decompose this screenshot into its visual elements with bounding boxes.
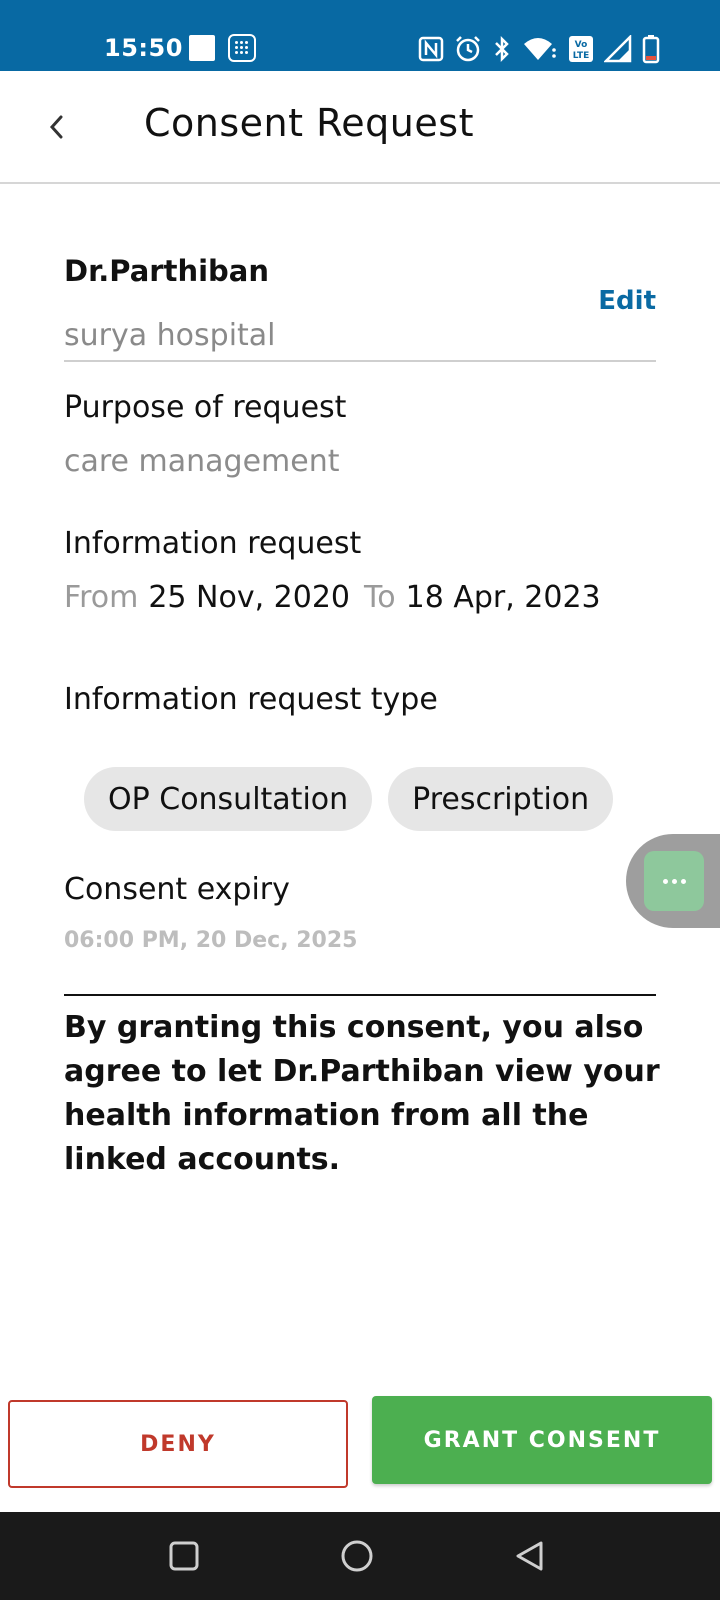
status-icons: Vo LTE [418, 34, 660, 64]
more-dots-icon[interactable] [644, 851, 704, 911]
alarm-icon [456, 36, 480, 62]
to-date: 18 Apr, 2023 [405, 580, 601, 615]
svg-text:LTE: LTE [573, 51, 590, 61]
requester-hospital: surya hospital [64, 318, 276, 353]
system-nav-bar [0, 1512, 720, 1600]
consent-expiry-label: Consent expiry [64, 872, 290, 907]
chip-op-consultation: OP Consultation [84, 767, 373, 831]
home-icon[interactable] [335, 1534, 379, 1578]
action-bar: DENY GRANT CONSENT [0, 1376, 720, 1512]
svg-text:Vo: Vo [575, 40, 588, 50]
request-type-label: Information request type [64, 682, 438, 717]
bluetooth-icon [495, 35, 509, 63]
consent-expiry-value: 06:00 PM, 20 Dec, 2025 [64, 928, 358, 953]
divider [64, 994, 656, 996]
request-type-chips: OP Consultation Prescription [84, 767, 614, 831]
nfc-icon [418, 36, 444, 62]
page-title: Consent Request [144, 101, 474, 145]
volte-icon: Vo LTE [569, 36, 593, 62]
recent-apps-icon[interactable] [162, 1534, 206, 1578]
status-time: 15:50 [104, 34, 183, 62]
date-range: From 25 Nov, 2020 To 18 Apr, 2023 [64, 580, 601, 615]
purpose-label: Purpose of request [64, 390, 347, 425]
requester-name: Dr.Parthiban [64, 254, 270, 288]
information-request-label: Information request [64, 526, 362, 561]
purpose-value: care management [64, 444, 340, 479]
app-bar: Consent Request [0, 71, 720, 184]
edit-link[interactable]: Edit [598, 286, 656, 316]
back-button[interactable] [36, 107, 76, 147]
chip-prescription: Prescription [388, 767, 614, 831]
grant-consent-button[interactable]: GRANT CONSENT [372, 1396, 712, 1484]
wifi-icon [524, 38, 556, 60]
square-icon [189, 35, 215, 61]
battery-icon [642, 35, 660, 64]
divider [64, 360, 656, 362]
status-bar: 15:50 Vo LTE [0, 0, 720, 71]
signal-icon [604, 35, 632, 63]
floating-assistant[interactable] [626, 834, 720, 928]
from-label: From [64, 580, 139, 615]
chevron-left-icon [49, 115, 63, 139]
consent-notice: By granting this consent, you also agree… [64, 1010, 660, 1177]
deny-button[interactable]: DENY [8, 1400, 348, 1488]
back-triangle-icon[interactable] [508, 1534, 552, 1578]
grid-app-icon [228, 34, 256, 62]
to-label: To [364, 580, 396, 615]
from-date: 25 Nov, 2020 [148, 580, 351, 615]
